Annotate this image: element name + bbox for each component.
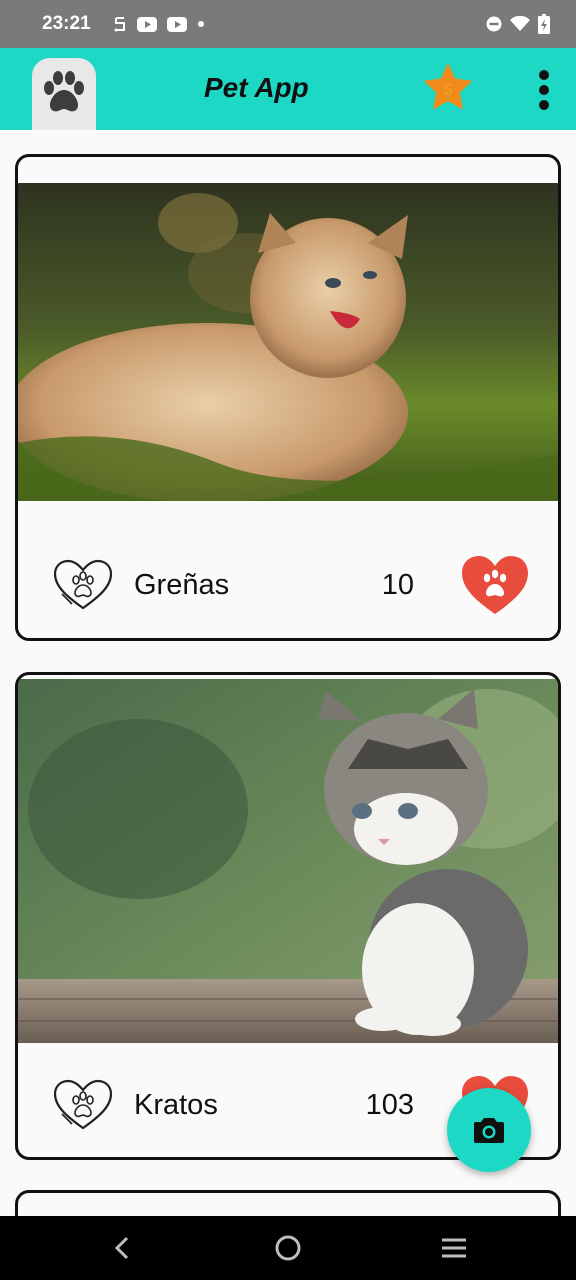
like-count: 10 — [381, 568, 414, 601]
dot-icon — [197, 20, 205, 28]
youtube-icon — [166, 16, 187, 32]
pet-card[interactable]: Kratos 103 — [15, 672, 561, 1160]
recents-icon[interactable] — [438, 1232, 470, 1264]
youtube-icon — [136, 16, 157, 32]
app-logo[interactable] — [32, 58, 96, 130]
battery-charging-icon — [538, 14, 550, 34]
heart-paw-icon — [462, 556, 528, 614]
notification-icons — [113, 15, 205, 33]
pet-name: Kratos — [134, 1088, 218, 1121]
like-button[interactable] — [460, 554, 530, 616]
pet-photo — [18, 183, 558, 503]
pet-card[interactable] — [15, 1190, 561, 1216]
menu-dot — [539, 85, 549, 95]
system-nav-bar — [0, 1216, 576, 1280]
wifi-icon — [510, 16, 530, 32]
status-time: 23:21 — [42, 13, 91, 34]
app-bar: Pet App 5 — [0, 48, 576, 130]
app-title: Pet App — [204, 72, 309, 103]
home-icon[interactable] — [272, 1232, 304, 1264]
more-vert-icon[interactable] — [528, 68, 560, 112]
menu-dot — [539, 70, 549, 80]
pet-name: Greñas — [134, 568, 230, 601]
paw-icon — [39, 68, 89, 121]
do-not-disturb-icon — [486, 16, 502, 32]
like-count: 103 — [365, 1088, 414, 1121]
camera-button[interactable] — [447, 1088, 531, 1172]
pet-card-footer: Greñas 10 — [18, 543, 558, 627]
camera-icon — [474, 1118, 504, 1143]
system-icons — [486, 14, 550, 34]
sync-icon — [113, 15, 127, 33]
menu-dot — [539, 100, 549, 110]
pet-photo — [18, 679, 558, 1043]
rating-count: 5 — [443, 82, 453, 99]
status-bar: 23:21 — [0, 0, 576, 48]
pet-feed[interactable]: Greñas 10 Kratos 103 — [0, 130, 576, 1216]
paw-heart-icon — [52, 1078, 114, 1132]
paw-heart-icon — [52, 558, 114, 612]
rating-badge[interactable]: 5 — [420, 60, 476, 116]
pet-card[interactable]: Greñas 10 — [15, 154, 561, 641]
back-icon[interactable] — [106, 1232, 138, 1264]
